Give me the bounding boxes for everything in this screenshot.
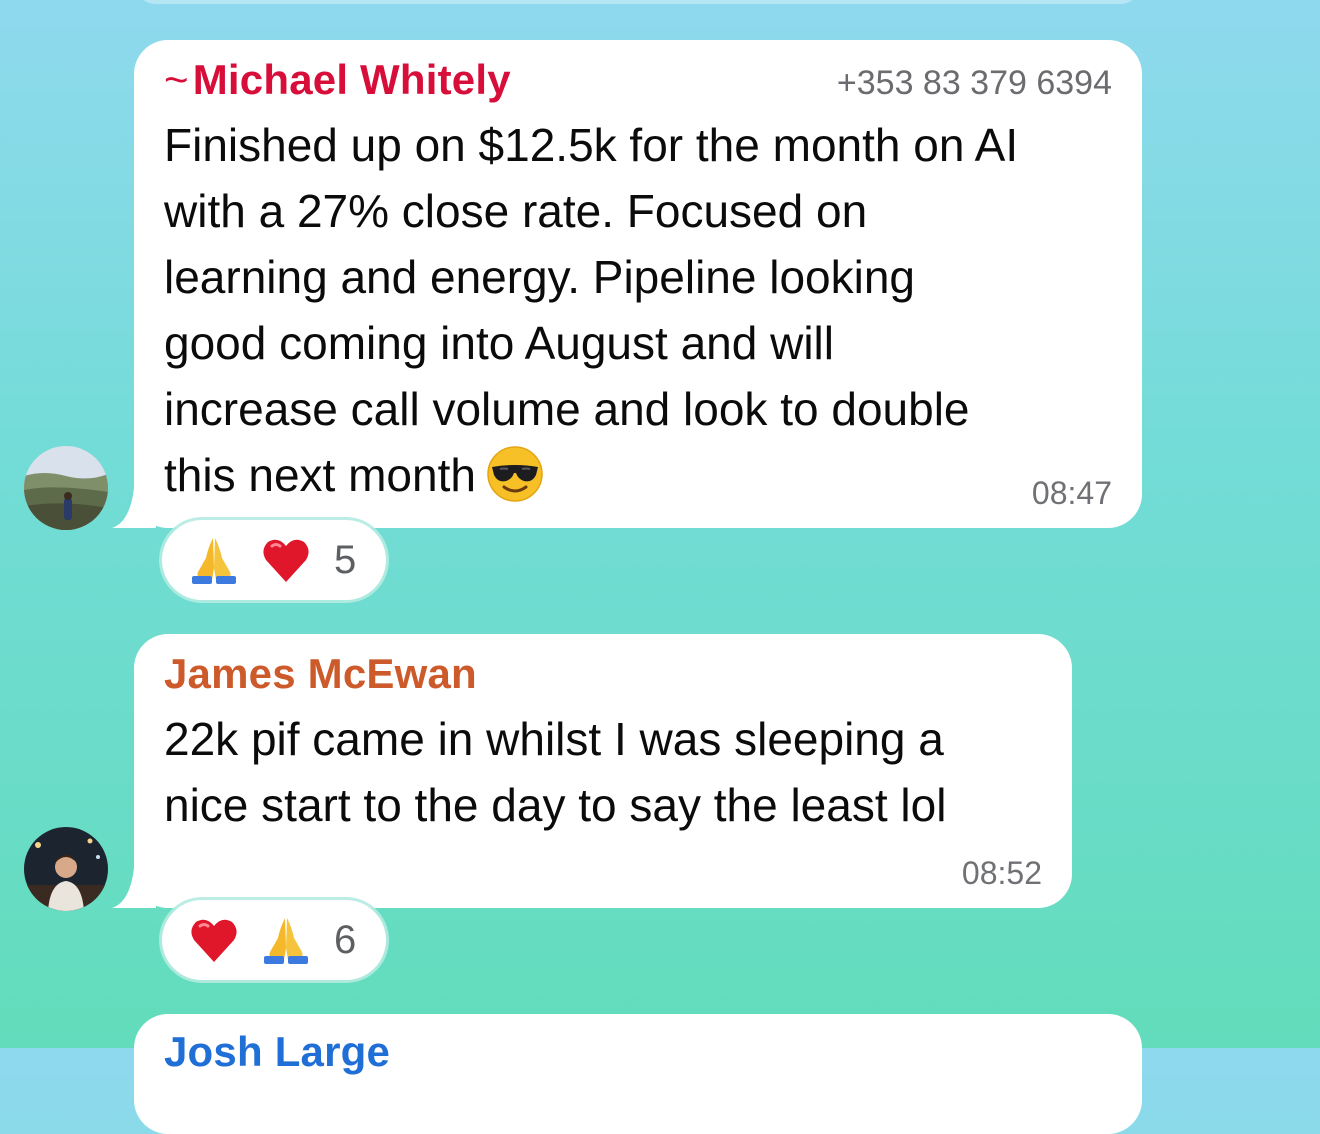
message-bubble[interactable]: Josh Large [134,1014,1142,1134]
message-text: Finished up on $12.5k for the month on A… [164,119,1019,502]
sender-phone: +353 83 379 6394 [836,64,1112,102]
folded-hands-icon[interactable] [186,532,242,588]
reactions-bar[interactable]: 6 [162,900,386,980]
avatar[interactable] [24,446,108,530]
message-text: 22k pif came in whilst I was sleeping a … [164,713,947,831]
message-bubble[interactable]: James McEwan 22k pif came in whilst I wa… [112,634,1072,908]
message-header: ~Michael Whitely +353 83 379 6394 [164,56,1112,112]
smiling-face-with-sunglasses-icon [487,446,543,502]
reactions-bar[interactable]: 5 [162,520,386,600]
red-heart-icon[interactable] [258,532,314,588]
bubble-tail [112,868,156,908]
red-heart-icon[interactable] [186,912,242,968]
sender-name[interactable]: James McEwan [164,650,477,698]
sender-name[interactable]: ~Michael Whitely [164,56,511,104]
reaction-count: 6 [334,917,357,962]
message-bubble[interactable]: ~Michael Whitely +353 83 379 6394 Finish… [112,40,1142,528]
message-header: James McEwan [164,650,1042,706]
sender-name[interactable]: Josh Large [164,1028,390,1076]
folded-hands-icon[interactable] [258,912,314,968]
avatar[interactable] [24,827,108,911]
previous-message-edge [134,0,1142,4]
reaction-count: 5 [334,537,357,582]
message-time: 08:47 [1031,475,1112,511]
message-header: Josh Large [164,1028,1112,1084]
bubble-tail [112,488,156,528]
message-time: 08:52 [961,855,1042,891]
